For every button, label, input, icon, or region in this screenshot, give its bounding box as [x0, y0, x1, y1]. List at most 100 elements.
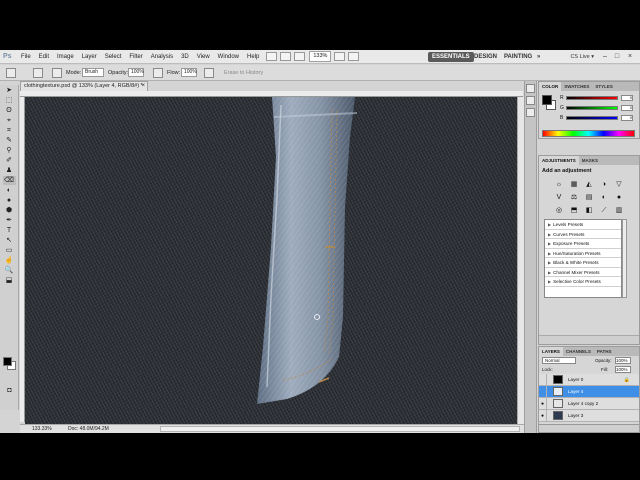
- minimize-button[interactable]: –: [600, 52, 610, 61]
- menu-select[interactable]: Select: [101, 50, 126, 64]
- workspace-more[interactable]: »: [533, 52, 544, 62]
- crop-tool-icon[interactable]: ⌗: [3, 126, 16, 135]
- levels-icon[interactable]: ▦: [570, 180, 579, 189]
- eraser-tool-icon[interactable]: [6, 68, 16, 78]
- dodge-tool-icon[interactable]: ⬢: [3, 206, 16, 215]
- menu-help[interactable]: Help: [243, 50, 263, 64]
- presets-scrollbar[interactable]: [622, 219, 627, 298]
- layer-opacity-field[interactable]: 100%: [615, 357, 631, 364]
- tab-styles[interactable]: STYLES: [592, 82, 616, 91]
- spot-healing-tool-icon[interactable]: ⚲: [3, 146, 16, 155]
- close-button[interactable]: ×: [625, 52, 635, 61]
- status-zoom[interactable]: 133.33%: [32, 425, 52, 433]
- menu-filter[interactable]: Filter: [125, 50, 146, 64]
- history-panel-icon[interactable]: [526, 84, 535, 93]
- layer-row-selected[interactable]: Layer 4: [539, 385, 639, 398]
- menu-image[interactable]: Image: [53, 50, 78, 64]
- brush-tool-icon[interactable]: ✐: [3, 156, 16, 165]
- menu-analysis[interactable]: Analysis: [147, 50, 177, 64]
- red-slider[interactable]: R 0: [560, 94, 634, 101]
- document-tab[interactable]: clothingtexture.psd @ 133% (Layer 4, RGB…: [20, 81, 148, 91]
- list-item[interactable]: ▶ Channel Mixer Presets: [545, 268, 621, 277]
- red-track[interactable]: [566, 95, 618, 100]
- brightness-contrast-icon[interactable]: ☼: [555, 180, 564, 189]
- menu-layer[interactable]: Layer: [78, 50, 101, 64]
- extras-icon[interactable]: [294, 52, 306, 61]
- shape-tool-icon[interactable]: ▭: [3, 246, 16, 255]
- character-panel-icon[interactable]: [526, 108, 535, 117]
- type-tool-icon[interactable]: T: [3, 226, 16, 235]
- quick-mask-icon[interactable]: ◘: [3, 386, 16, 395]
- eye-icon[interactable]: ●: [539, 397, 547, 410]
- list-item[interactable]: ▶ Black & White Presets: [545, 258, 621, 268]
- erase-to-history-checkbox[interactable]: Erase to History: [224, 68, 263, 78]
- zoom-tool-icon[interactable]: 🔍: [3, 266, 16, 275]
- black-white-icon[interactable]: ▤: [585, 193, 594, 202]
- brush-preset-icon[interactable]: [33, 68, 43, 78]
- visibility-off-icon[interactable]: [539, 385, 547, 398]
- list-item[interactable]: ▶ Levels Presets: [545, 220, 621, 230]
- channel-mixer-icon[interactable]: ●: [615, 193, 624, 202]
- pen-tool-icon[interactable]: ✒: [3, 216, 16, 225]
- eyedropper-tool-icon[interactable]: ✎: [3, 136, 16, 145]
- tab-color[interactable]: COLOR: [539, 82, 562, 91]
- selective-color-icon[interactable]: ▥: [615, 206, 624, 215]
- invert-icon[interactable]: ◎: [555, 206, 564, 215]
- layer-row[interactable]: ● Layer 3: [539, 409, 639, 422]
- layer-fill-field[interactable]: 100%: [615, 366, 631, 373]
- workspace-essentials[interactable]: ESSENTIALS: [428, 52, 474, 62]
- tab-swatches[interactable]: SWATCHES: [561, 82, 592, 91]
- color-balance-icon[interactable]: ⚖: [570, 193, 579, 202]
- menu-3d[interactable]: 3D: [177, 50, 193, 64]
- mode-select[interactable]: Brush: [82, 68, 104, 77]
- quick-selection-tool-icon[interactable]: ⌖: [3, 116, 16, 125]
- airbrush-icon[interactable]: [204, 68, 214, 78]
- color-foreground-swatch[interactable]: [542, 95, 552, 105]
- menu-window[interactable]: Window: [214, 50, 243, 64]
- lasso-tool-icon[interactable]: ʘ: [3, 106, 16, 115]
- layer-row[interactable]: Layer 0 🔒: [539, 373, 639, 386]
- 3d-tool-icon[interactable]: ⬓: [3, 276, 16, 285]
- maximize-button[interactable]: □: [612, 52, 622, 61]
- document-canvas[interactable]: [25, 97, 517, 424]
- opacity-field[interactable]: 100%: [128, 68, 144, 77]
- bridge-icon[interactable]: [266, 52, 278, 61]
- toggle-brush-panel-icon[interactable]: [52, 68, 62, 78]
- green-value[interactable]: 0: [621, 104, 633, 111]
- close-document-icon[interactable]: ×: [141, 82, 145, 91]
- blur-tool-icon[interactable]: ●: [3, 196, 16, 205]
- tab-paths[interactable]: PATHS: [594, 347, 615, 356]
- exposure-icon[interactable]: ◑: [600, 180, 609, 189]
- menu-view[interactable]: View: [193, 50, 214, 64]
- list-item[interactable]: ▶ Curves Presets: [545, 230, 621, 239]
- eraser-tool-active-icon[interactable]: ⌫: [2, 176, 16, 185]
- workspace-painting[interactable]: PAINTING: [500, 52, 536, 62]
- list-item[interactable]: ▶ Selective Color Presets: [545, 277, 621, 287]
- layer-row[interactable]: ● Layer 4 copy 2: [539, 397, 639, 410]
- tab-adjustments[interactable]: ADJUSTMENTS: [539, 156, 579, 165]
- tab-channels[interactable]: CHANNELS: [563, 347, 594, 356]
- flow-field[interactable]: 100%: [181, 68, 197, 77]
- marquee-tool-icon[interactable]: ⬚: [3, 96, 16, 105]
- green-slider[interactable]: G 0: [560, 104, 634, 111]
- brush-panel-icon[interactable]: [526, 96, 535, 105]
- blue-slider[interactable]: B 0: [560, 114, 634, 121]
- horizontal-scrollbar[interactable]: [160, 426, 520, 432]
- move-tool-icon[interactable]: ➤: [3, 86, 16, 95]
- cs-live-button[interactable]: CS Live ▾: [570, 52, 594, 62]
- vibrance-icon[interactable]: ▽: [615, 180, 624, 189]
- vertical-scrollbar[interactable]: [517, 97, 524, 424]
- threshold-icon[interactable]: ◧: [585, 206, 594, 215]
- menu-edit[interactable]: Edit: [35, 50, 53, 64]
- menu-file[interactable]: File: [17, 50, 35, 64]
- hand-tool-icon[interactable]: [334, 52, 346, 61]
- workspace-design[interactable]: DESIGN: [470, 52, 501, 62]
- photo-filter-icon[interactable]: ◐: [600, 193, 609, 202]
- visibility-off-icon[interactable]: [539, 373, 547, 386]
- tab-masks[interactable]: MASKS: [579, 156, 601, 165]
- zoom-level-menu[interactable]: 133%: [309, 51, 332, 62]
- hue-saturation-icon[interactable]: V: [555, 193, 564, 202]
- path-selection-tool-icon[interactable]: ↖: [3, 236, 16, 245]
- blue-track[interactable]: [566, 115, 618, 120]
- posterize-icon[interactable]: ⬒: [570, 206, 579, 215]
